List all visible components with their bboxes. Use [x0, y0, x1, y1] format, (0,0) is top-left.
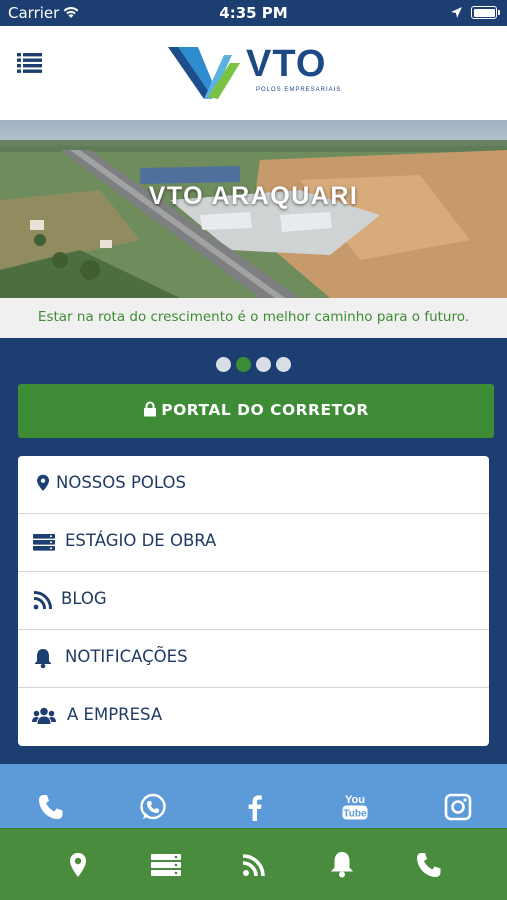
- hero-banner[interactable]: VTO ARAQUARI: [0, 120, 507, 298]
- tab-bell-icon[interactable]: [326, 849, 358, 881]
- instagram-icon[interactable]: [443, 792, 473, 822]
- location-arrow-icon: [450, 5, 463, 23]
- battery-icon: [471, 6, 497, 19]
- hero-slogan: Estar na rota do crescimento é o melhor …: [37, 309, 470, 325]
- menu-item-label: NOSSOS POLOS: [56, 473, 186, 492]
- slogan-bar: Estar na rota do crescimento é o melhor …: [0, 298, 507, 338]
- status-bar: Carrier 4:35 PM: [0, 0, 507, 26]
- social-bar: You Tube: [0, 764, 507, 828]
- menu-item-estagio-de-obra[interactable]: ESTÁGIO DE OBRA: [18, 514, 489, 572]
- carousel-indicator: [0, 357, 507, 376]
- tab-rss-icon[interactable]: [238, 849, 270, 881]
- portal-do-corretor-button[interactable]: PORTAL DO CORRETOR: [18, 384, 494, 438]
- portal-button-label: PORTAL DO CORRETOR: [161, 401, 369, 419]
- users-icon: [32, 705, 56, 727]
- carousel-dot[interactable]: [256, 357, 271, 372]
- app-header: VTO POLOS EMPRESARIAIS: [0, 26, 507, 120]
- server-icon: [32, 531, 55, 553]
- phone-icon[interactable]: [36, 792, 66, 822]
- clock: 4:35 PM: [219, 4, 288, 22]
- menu-item-notificacoes[interactable]: NOTIFICAÇÕES: [18, 630, 489, 688]
- vto-logo: VTO POLOS EMPRESARIAIS: [168, 43, 348, 101]
- logo-text: VTO: [246, 43, 327, 85]
- menu-item-label: A EMPRESA: [67, 705, 163, 724]
- menu-item-label: ESTÁGIO DE OBRA: [65, 531, 217, 550]
- bottom-tab-bar: [0, 828, 507, 900]
- menu-item-label: BLOG: [61, 589, 107, 608]
- carousel-dot[interactable]: [276, 357, 291, 372]
- tab-server-icon[interactable]: [150, 849, 182, 881]
- facebook-icon[interactable]: [240, 792, 270, 822]
- youtube-icon[interactable]: You Tube: [340, 792, 370, 822]
- youtube-text-top: You: [345, 794, 365, 806]
- list-icon[interactable]: [16, 50, 44, 74]
- hero-title: VTO ARAQUARI: [148, 182, 359, 210]
- carousel-dot-active[interactable]: [236, 357, 251, 372]
- battery-tip: [498, 10, 500, 15]
- lock-icon: [144, 401, 157, 417]
- carousel-dot[interactable]: [216, 357, 231, 372]
- menu-item-label: NOTIFICAÇÕES: [65, 647, 188, 666]
- youtube-text-bottom: Tube: [343, 809, 367, 820]
- logo-tagline: POLOS EMPRESARIAIS: [256, 87, 342, 93]
- menu-item-nossos-polos[interactable]: NOSSOS POLOS: [18, 456, 489, 514]
- menu-item-blog[interactable]: BLOG: [18, 572, 489, 630]
- tab-phone-icon[interactable]: [413, 849, 445, 881]
- main-menu: NOSSOS POLOS ESTÁGIO DE OBRA BLOG NOTIFI…: [18, 456, 489, 746]
- tab-map-marker-icon[interactable]: [62, 849, 94, 881]
- vto-logo-mark: [168, 47, 240, 99]
- menu-item-a-empresa[interactable]: A EMPRESA: [18, 688, 489, 746]
- rss-icon: [32, 589, 54, 611]
- bell-icon: [32, 647, 54, 669]
- whatsapp-icon[interactable]: [138, 792, 168, 822]
- map-marker-icon: [32, 473, 54, 495]
